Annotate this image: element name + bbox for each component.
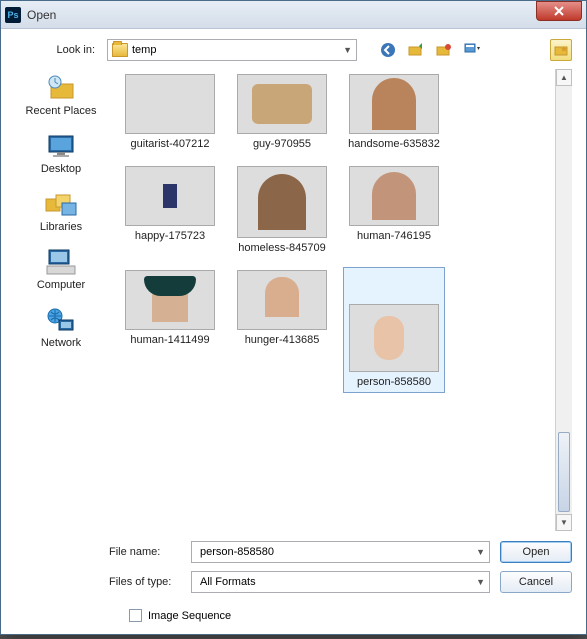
thumbnail-icon xyxy=(237,166,327,238)
file-label: person-858580 xyxy=(346,376,442,388)
places-computer[interactable]: Computer xyxy=(37,247,85,291)
up-one-level-button[interactable] xyxy=(405,39,427,61)
places-computer-label: Computer xyxy=(37,279,85,291)
filetype-dropdown[interactable]: All Formats ▼ xyxy=(191,571,490,593)
thumbnail-icon xyxy=(125,74,215,134)
file-item[interactable]: human-746195 xyxy=(343,163,445,257)
file-label: handsome-635832 xyxy=(346,138,442,150)
folder-star-icon xyxy=(554,44,568,56)
thumbnail-icon xyxy=(237,270,327,330)
close-icon xyxy=(553,5,565,17)
vertical-scrollbar[interactable]: ▲ ▼ xyxy=(555,69,572,531)
cancel-button-label: Cancel xyxy=(519,576,553,588)
window-title: Open xyxy=(27,8,536,22)
folder-icon xyxy=(112,43,128,57)
file-item[interactable]: homeless-845709 xyxy=(231,163,333,257)
scroll-track[interactable] xyxy=(556,86,572,514)
desktop-icon xyxy=(44,131,78,161)
folder-up-icon xyxy=(407,41,425,59)
file-item[interactable]: handsome-635832 xyxy=(343,71,445,153)
thumbnail-icon xyxy=(237,74,327,134)
lookin-label: Look in: xyxy=(45,44,95,56)
network-icon xyxy=(44,305,78,335)
image-sequence-checkbox[interactable] xyxy=(129,609,142,622)
file-item[interactable]: guy-970955 xyxy=(231,71,333,153)
file-item[interactable]: happy-175723 xyxy=(119,163,221,257)
view-menu-button[interactable] xyxy=(461,39,483,61)
places-bar: Recent Places Desktop Libraries xyxy=(15,69,107,531)
thumbnail-icon xyxy=(125,270,215,330)
computer-icon xyxy=(44,247,78,277)
close-button[interactable] xyxy=(536,1,582,21)
open-button-label: Open xyxy=(523,546,550,558)
thumbnail-icon xyxy=(349,74,439,134)
filename-input[interactable]: person-858580 ▼ xyxy=(191,541,490,563)
back-button[interactable] xyxy=(377,39,399,61)
lookin-row: Look in: temp ▼ xyxy=(15,39,572,61)
places-recent[interactable]: Recent Places xyxy=(26,73,97,117)
places-libraries[interactable]: Libraries xyxy=(40,189,82,233)
new-folder-button[interactable] xyxy=(433,39,455,61)
filename-value: person-858580 xyxy=(196,546,476,558)
libraries-icon xyxy=(44,189,78,219)
open-button[interactable]: Open xyxy=(500,541,572,563)
file-item[interactable]: hunger-413685 xyxy=(231,267,333,393)
view-icon xyxy=(463,41,481,59)
scroll-up-button[interactable]: ▲ xyxy=(556,69,572,86)
lookin-value: temp xyxy=(132,44,339,56)
file-item[interactable]: human-1411499 xyxy=(119,267,221,393)
file-item[interactable]: guitarist-407212 xyxy=(119,71,221,153)
title-bar: Ps Open xyxy=(1,1,586,29)
thumbnail-icon xyxy=(125,166,215,226)
chevron-down-icon: ▼ xyxy=(343,45,352,55)
places-network[interactable]: Network xyxy=(41,305,81,349)
chevron-down-icon: ▼ xyxy=(476,577,485,587)
places-desktop-label: Desktop xyxy=(41,163,81,175)
file-item-selected[interactable]: person-858580 xyxy=(343,267,445,393)
places-libraries-label: Libraries xyxy=(40,221,82,233)
file-label: homeless-845709 xyxy=(234,242,330,254)
photoshop-icon: Ps xyxy=(5,7,21,23)
dialog-body: Look in: temp ▼ xyxy=(1,29,586,634)
cancel-button[interactable]: Cancel xyxy=(500,571,572,593)
filetype-value: All Formats xyxy=(196,576,476,588)
file-label: human-746195 xyxy=(346,230,442,242)
file-thumbnails: guitarist-407212 guy-970955 handsome-635… xyxy=(117,69,572,395)
places-network-label: Network xyxy=(41,337,81,349)
file-label: hunger-413685 xyxy=(234,334,330,346)
scroll-thumb[interactable] xyxy=(558,432,570,512)
open-dialog: Ps Open Look in: temp ▼ xyxy=(0,0,587,635)
filename-label: File name: xyxy=(109,546,181,558)
bottom-controls: File name: person-858580 ▼ Open Files of… xyxy=(15,541,572,622)
thumbnail-icon xyxy=(349,304,439,372)
file-label: human-1411499 xyxy=(122,334,218,346)
lookin-dropdown[interactable]: temp ▼ xyxy=(107,39,357,61)
places-desktop[interactable]: Desktop xyxy=(41,131,81,175)
thumbnail-icon xyxy=(349,166,439,226)
chevron-down-icon: ▼ xyxy=(476,547,485,557)
scroll-down-button[interactable]: ▼ xyxy=(556,514,572,531)
folder-new-icon xyxy=(435,41,453,59)
filetype-label: Files of type: xyxy=(109,576,181,588)
places-recent-label: Recent Places xyxy=(26,105,97,117)
file-label: guitarist-407212 xyxy=(122,138,218,150)
recent-places-icon xyxy=(44,73,78,103)
image-sequence-label: Image Sequence xyxy=(148,610,231,622)
file-list-area: guitarist-407212 guy-970955 handsome-635… xyxy=(117,69,572,531)
file-label: guy-970955 xyxy=(234,138,330,150)
file-label: happy-175723 xyxy=(122,230,218,242)
back-icon xyxy=(379,41,397,59)
create-new-folder-button[interactable] xyxy=(550,39,572,61)
